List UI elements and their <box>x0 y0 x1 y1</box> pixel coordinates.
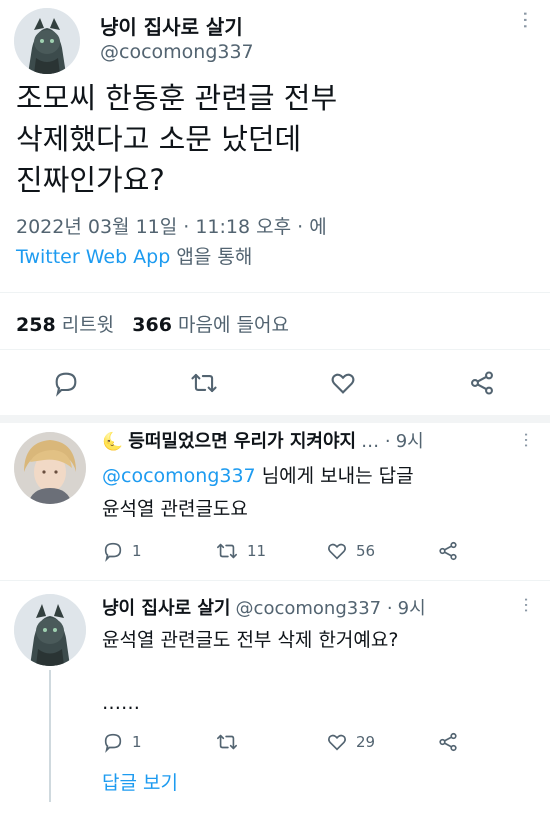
like-icon[interactable] <box>326 540 348 562</box>
divider <box>0 415 550 423</box>
divider <box>0 349 550 350</box>
retweet-count[interactable]: 258 <box>16 314 56 336</box>
reply-action-reply[interactable]: 1 <box>102 731 142 753</box>
divider <box>0 292 550 293</box>
source-suffix: 앱을 통해 <box>176 246 253 268</box>
tweet-text-line: 진짜인가요? <box>16 163 165 197</box>
reply-author-name[interactable]: 등떠밀었으면 우리가 지켜야지 <box>128 431 356 452</box>
reply-action-like[interactable]: 56 <box>326 540 375 562</box>
reply-time[interactable]: 9시 <box>396 431 424 452</box>
like-icon[interactable] <box>329 369 357 397</box>
mention-link[interactable]: @cocomong337 <box>102 465 256 487</box>
more-icon[interactable]: ··· <box>515 430 535 450</box>
replying-to-suffix: 님에게 보내는 답글 <box>261 465 414 487</box>
tweet-text: 조모씨 한동훈 관련글 전부 삭제했다고 소문 났던데 진짜인가요? <box>16 78 536 201</box>
retweet-count: 11 <box>247 542 267 560</box>
reply-action-retweet[interactable] <box>215 731 247 753</box>
like-count: 56 <box>356 542 376 560</box>
reply-avatar[interactable] <box>14 594 86 666</box>
moon-emoji: 🌜 <box>102 432 124 452</box>
reply-header-trail: … · <box>361 431 391 452</box>
reply-text-ellipsis: …… <box>102 692 140 714</box>
tweet-text-line: 삭제했다고 소문 났던데 <box>16 122 302 156</box>
reply-action-reply[interactable]: 1 <box>102 540 142 562</box>
source-app-link[interactable]: Twitter Web App <box>16 246 170 268</box>
reply-icon[interactable] <box>102 540 124 562</box>
reply-action-share[interactable] <box>437 540 459 566</box>
replying-to: @cocomong337 님에게 보내는 답글 <box>102 461 542 491</box>
reply-count: 1 <box>132 733 142 751</box>
reply-header: 🌜 등떠밀었으면 우리가 지켜야지 … · 9시 <box>102 427 542 453</box>
tweet-text-line: 조모씨 한동훈 관련글 전부 <box>16 81 338 115</box>
more-icon[interactable]: ··· <box>513 10 537 30</box>
reply-action-like[interactable]: 29 <box>326 731 375 753</box>
tweet-metadata: 2022년 03월 11일 · 11:18 오후 · 에 Twitter Web… <box>16 212 536 272</box>
author-handle[interactable]: @cocomong337 <box>100 41 254 63</box>
reply-author-handle[interactable]: @cocomong337 · <box>236 598 393 619</box>
share-icon[interactable] <box>468 369 496 397</box>
reply-icon[interactable] <box>52 369 80 397</box>
avatar-image <box>14 594 86 666</box>
avatar-image <box>14 8 80 74</box>
reply-count: 1 <box>132 542 142 560</box>
share-icon[interactable] <box>437 731 459 753</box>
avatar-image <box>14 432 86 504</box>
retweet-label[interactable]: 리트윗 <box>62 314 114 336</box>
more-icon[interactable]: ··· <box>515 595 535 615</box>
reply-action-retweet[interactable]: 11 <box>215 540 266 562</box>
show-replies-link[interactable]: 답글 보기 <box>102 768 178 795</box>
like-label[interactable]: 마음에 들어요 <box>178 314 289 336</box>
timestamp[interactable]: 2022년 03월 11일 · 11:18 오후 · 에 <box>16 212 536 242</box>
reply-icon[interactable] <box>102 731 124 753</box>
reply-text: 윤석열 관련글도 전부 삭제 한거예요? <box>102 629 399 651</box>
like-count[interactable]: 366 <box>132 314 172 336</box>
retweet-icon[interactable] <box>215 731 239 753</box>
author-avatar[interactable] <box>14 8 80 74</box>
divider <box>0 580 550 581</box>
reply-action-share[interactable] <box>437 731 459 757</box>
retweet-icon[interactable] <box>215 540 239 562</box>
reply-author-name[interactable]: 냥이 집사로 살기 <box>102 598 230 619</box>
retweet-icon[interactable] <box>189 369 219 397</box>
like-count: 29 <box>356 733 376 751</box>
reply-time[interactable]: 9시 <box>398 598 426 619</box>
reply-avatar[interactable] <box>14 432 86 504</box>
reply-text: 윤석열 관련글도요 <box>102 498 248 520</box>
author-name[interactable]: 냥이 집사로 살기 <box>100 11 243 40</box>
reply-header: 냥이 집사로 살기 @cocomong337 · 9시 <box>102 594 542 620</box>
engagement-stats: 258 리트윗 366 마음에 들어요 <box>16 310 289 337</box>
thread-line <box>49 670 51 802</box>
share-icon[interactable] <box>437 540 459 562</box>
like-icon[interactable] <box>326 731 348 753</box>
